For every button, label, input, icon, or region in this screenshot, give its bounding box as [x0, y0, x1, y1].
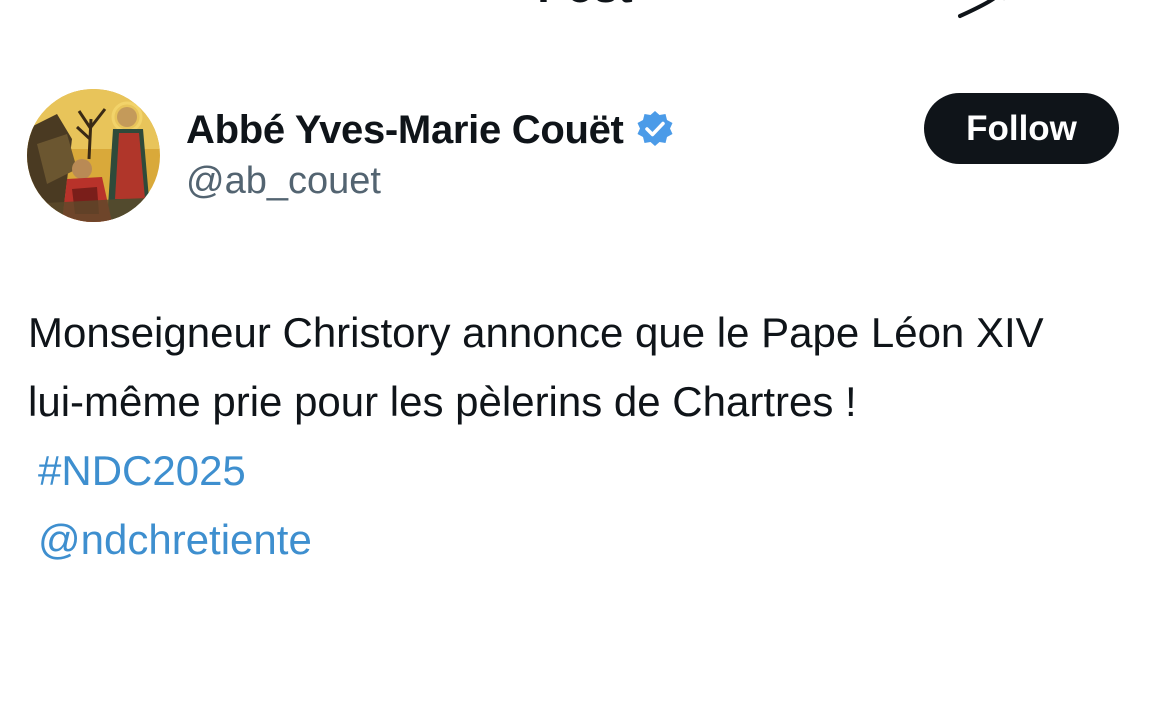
avatar[interactable] — [27, 89, 160, 222]
tweet-body: Monseigneur Christory annonce que le Pap… — [28, 298, 1138, 574]
hashtag-link[interactable]: #NDC2025 — [28, 436, 1138, 505]
follow-button[interactable]: Follow — [924, 93, 1119, 164]
top-navigation-bar: Post — [0, 0, 1170, 20]
author-name-line: Abbé Yves-Marie Couët — [186, 108, 676, 152]
avatar-painting-icon — [27, 89, 160, 222]
post-page: Post — [0, 0, 1170, 721]
author-name[interactable]: Abbé Yves-Marie Couët — [186, 108, 624, 153]
author-handle[interactable]: @ab_couet — [186, 160, 381, 203]
verified-badge-icon[interactable] — [634, 109, 676, 151]
author-row: Abbé Yves-Marie Couët @ab_couet Follow — [0, 88, 1170, 228]
mention-link[interactable]: @ndchretiente — [28, 505, 1138, 574]
grok-icon[interactable] — [952, 0, 1022, 22]
tweet-text: Monseigneur Christory annonce que le Pap… — [28, 309, 1044, 425]
